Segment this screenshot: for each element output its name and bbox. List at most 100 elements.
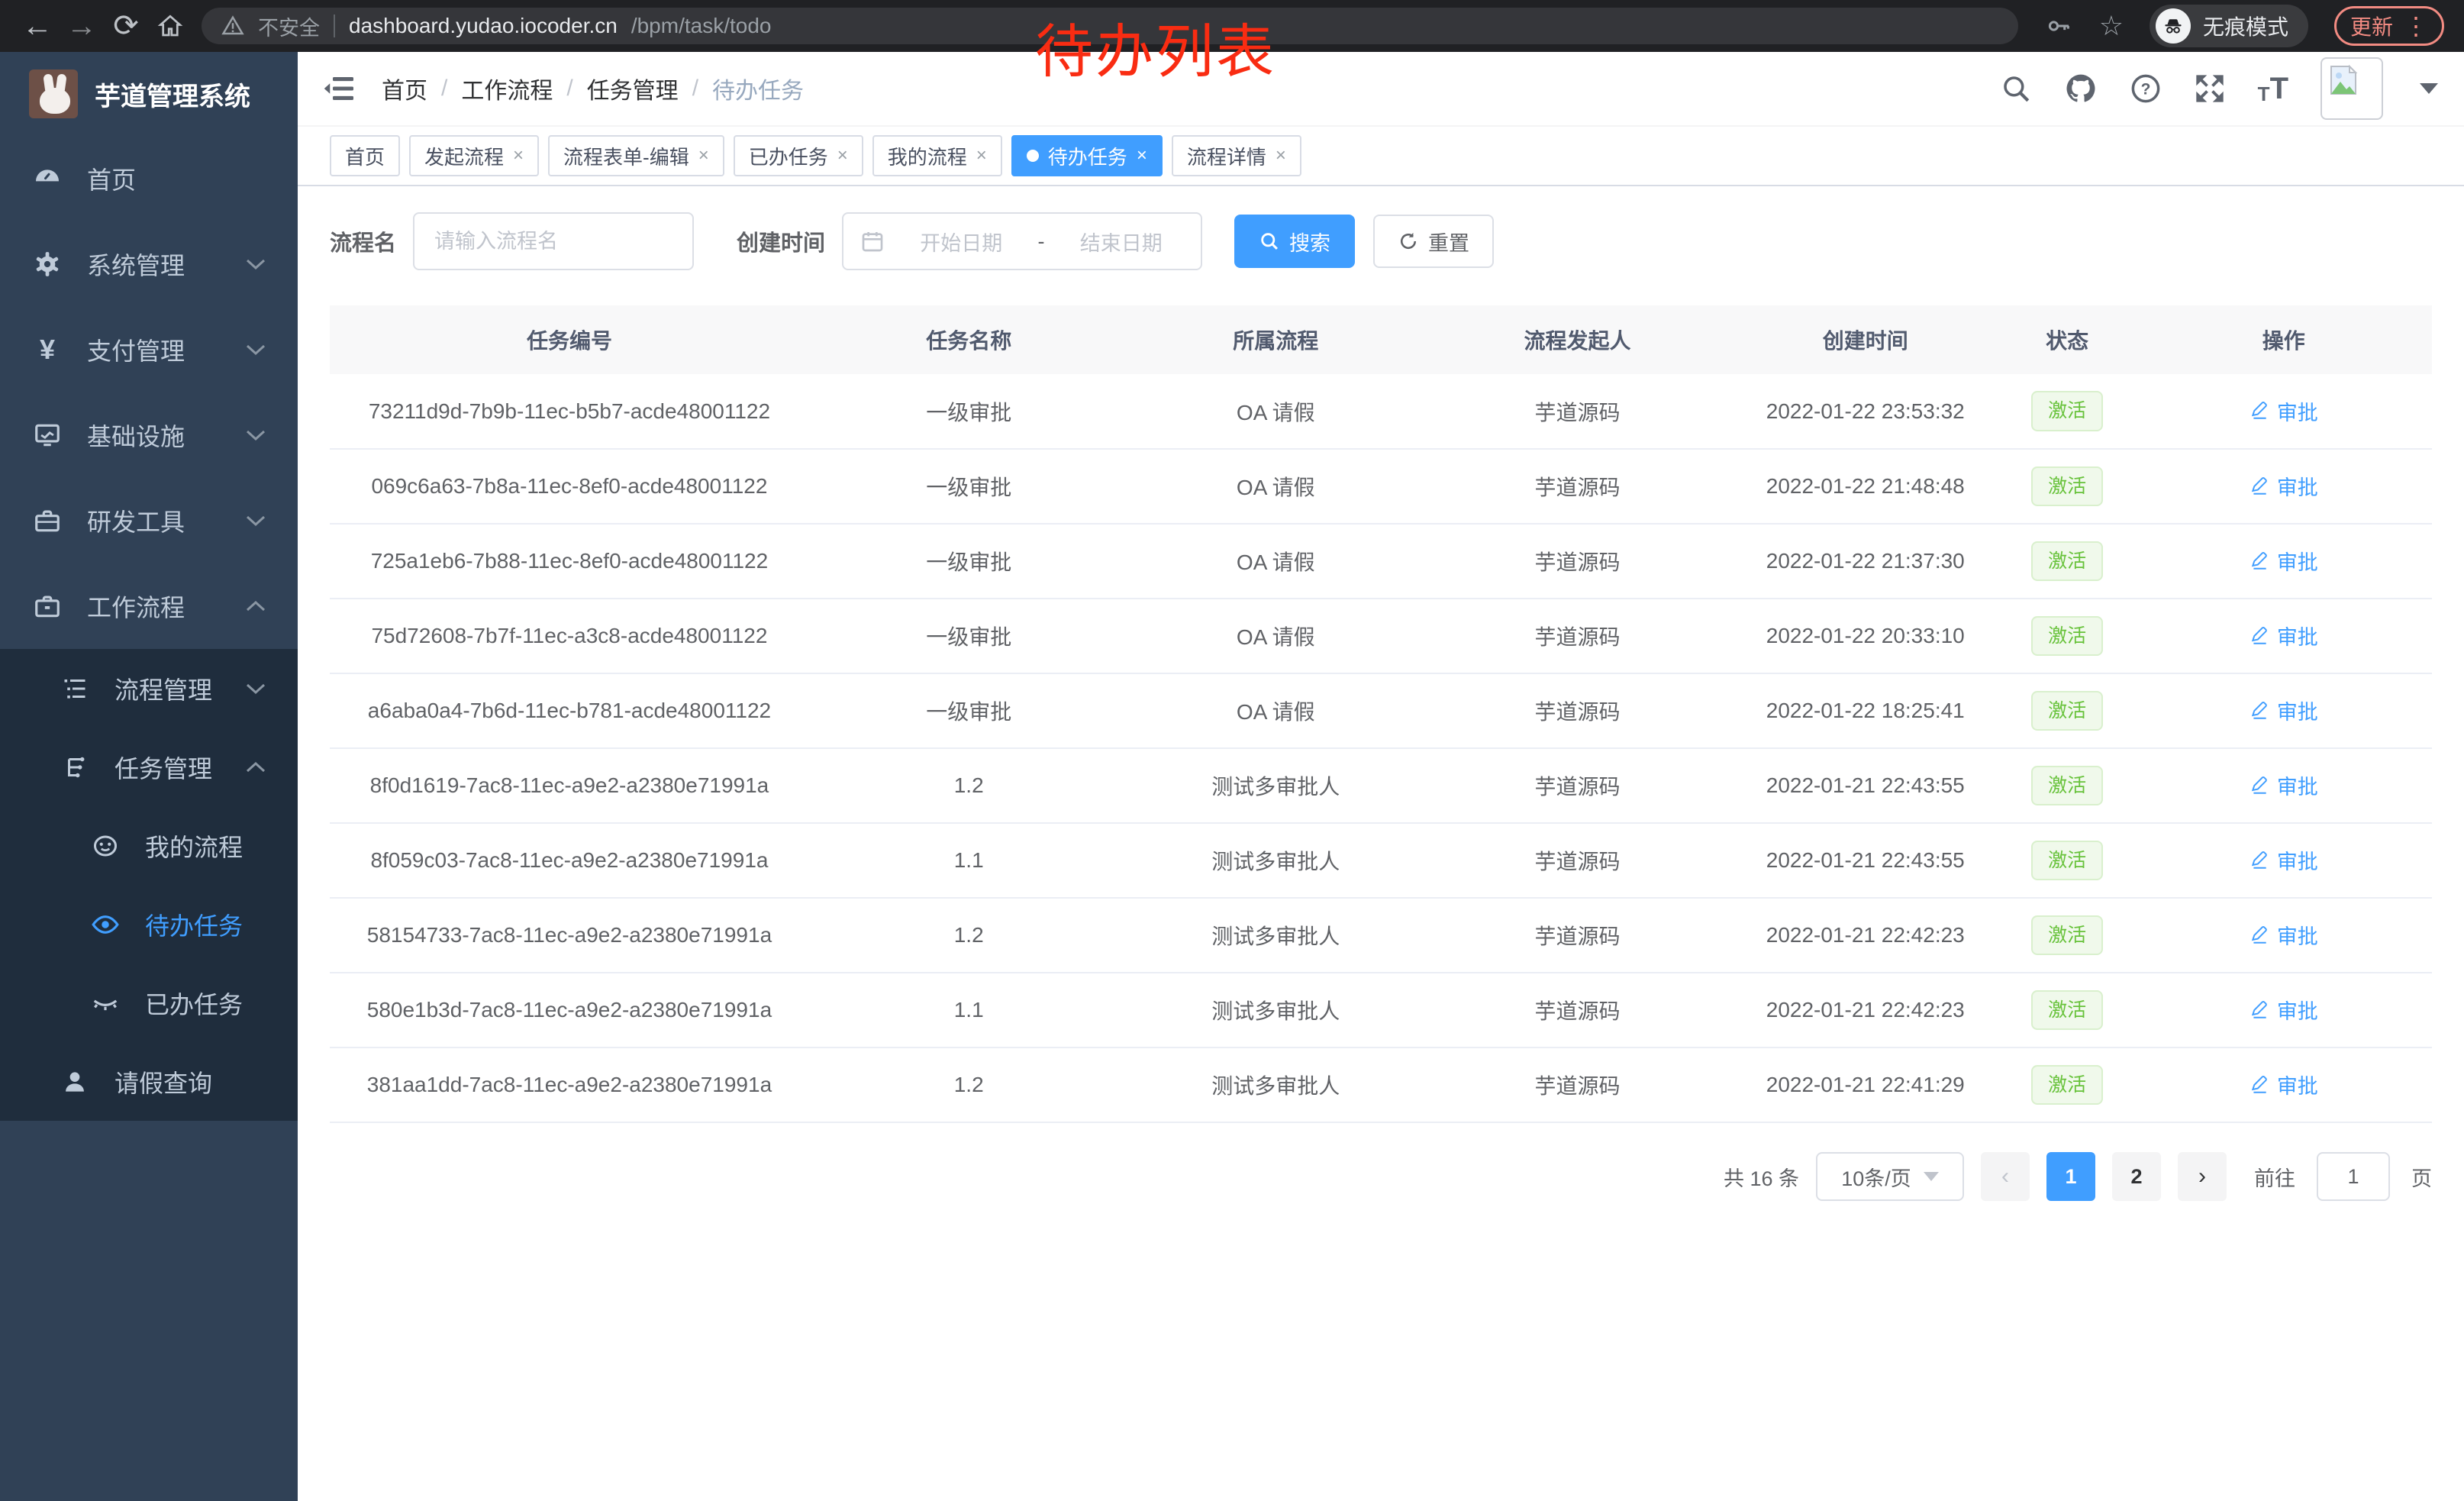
help-icon[interactable]: ? xyxy=(2130,73,2162,105)
breadcrumb-workflow[interactable]: 工作流程 xyxy=(461,72,553,105)
approve-link[interactable]: 审批 xyxy=(2250,696,2318,725)
start-date-placeholder: 开始日期 xyxy=(898,227,1024,257)
sidebar-item-devtools[interactable]: 研发工具 xyxy=(0,478,298,563)
cell-initiator: 芋道源码 xyxy=(1423,898,1732,973)
date-range-picker[interactable]: 开始日期 - 结束日期 xyxy=(842,212,1202,270)
tab-done-tasks[interactable]: 已办任务× xyxy=(734,135,863,176)
browser-reload-icon[interactable]: ⟳ xyxy=(104,0,148,52)
sidebar-item-home[interactable]: 首页 xyxy=(0,136,298,221)
goto-page-input[interactable] xyxy=(2317,1152,2390,1201)
sidebar-item-label: 研发工具 xyxy=(87,503,185,538)
sidebar-item-workflow[interactable]: 工作流程 xyxy=(0,563,298,649)
browser-menu-icon[interactable]: ⋮ xyxy=(2404,14,2428,38)
approve-label: 审批 xyxy=(2277,920,2318,950)
browser-back-icon[interactable]: ← xyxy=(15,0,60,52)
approve-link[interactable]: 审批 xyxy=(2250,920,2318,950)
process-name-input[interactable] xyxy=(413,212,694,270)
close-icon[interactable]: × xyxy=(976,147,987,165)
close-icon[interactable]: × xyxy=(1137,147,1147,165)
chrome-update-button[interactable]: 更新 ⋮ xyxy=(2334,6,2444,46)
page-button-1[interactable]: 1 xyxy=(2046,1152,2095,1201)
tab-my-process[interactable]: 我的流程× xyxy=(872,135,1002,176)
cell-process: 测试多审批人 xyxy=(1129,973,1424,1047)
next-page-button[interactable]: › xyxy=(2178,1152,2227,1201)
sidebar-item-payment[interactable]: ¥ 支付管理 xyxy=(0,307,298,392)
breadcrumb-home[interactable]: 首页 xyxy=(382,72,427,105)
cell-created: 2022-01-21 22:41:29 xyxy=(1732,1047,1999,1122)
chevron-down-icon xyxy=(246,683,266,695)
user-menu-caret-icon[interactable] xyxy=(2420,83,2438,94)
gear-icon xyxy=(31,250,64,279)
cell-task-id: 73211d9d-7b9b-11ec-b5b7-acde48001122 xyxy=(330,374,809,449)
approve-link[interactable]: 审批 xyxy=(2250,995,2318,1025)
logo-image xyxy=(29,69,78,118)
bookmark-star-icon[interactable]: ☆ xyxy=(2099,10,2124,42)
table-row: 75d72608-7b7f-11ec-a3c8-acde48001122 一级审… xyxy=(330,599,2432,673)
approve-link[interactable]: 审批 xyxy=(2250,1070,2318,1099)
tab-process-detail[interactable]: 流程详情× xyxy=(1172,135,1301,176)
close-icon[interactable]: × xyxy=(837,147,848,165)
sidebar-item-label: 基础设施 xyxy=(87,418,185,453)
browser-forward-icon[interactable]: → xyxy=(60,0,104,52)
create-time-label: 创建时间 xyxy=(737,225,825,257)
cell-status: 激活 xyxy=(1999,973,2136,1047)
address-bar[interactable]: 不安全 dashboard.yudao.iocoder.cn/bpm/task/… xyxy=(202,8,2018,44)
app-logo[interactable]: 芋道管理系统 xyxy=(0,52,298,136)
search-button[interactable]: 搜索 xyxy=(1234,215,1355,268)
browser-home-icon[interactable] xyxy=(148,12,192,40)
page-button-2[interactable]: 2 xyxy=(2112,1152,2161,1201)
close-icon[interactable]: × xyxy=(513,147,524,165)
sidebar-item-todo-tasks[interactable]: 待办任务 xyxy=(0,885,298,964)
close-icon[interactable]: × xyxy=(1276,147,1286,165)
tab-home[interactable]: 首页 xyxy=(330,135,400,176)
not-secure-warning-icon[interactable] xyxy=(221,15,244,37)
sidebar-item-process-management[interactable]: 流程管理 xyxy=(0,649,298,728)
workflow-submenu: 流程管理 任务管理 我的流程 xyxy=(0,649,298,1121)
status-badge: 激活 xyxy=(2031,691,2103,731)
reset-button[interactable]: 重置 xyxy=(1373,215,1494,268)
tab-start-process[interactable]: 发起流程× xyxy=(409,135,539,176)
cell-actions: 审批 xyxy=(2136,823,2432,898)
sidebar-item-system[interactable]: 系统管理 xyxy=(0,221,298,307)
approve-link[interactable]: 审批 xyxy=(2250,845,2318,875)
cell-task-id: 580e1b3d-7ac8-11ec-a9e2-a2380e71991a xyxy=(330,973,809,1047)
page-size-select[interactable]: 10条/页 xyxy=(1816,1152,1964,1201)
avatar[interactable] xyxy=(2320,57,2383,120)
close-icon[interactable]: × xyxy=(698,147,709,165)
chevron-up-icon xyxy=(246,600,266,612)
search-icon[interactable] xyxy=(2000,73,2032,105)
breadcrumb-separator: / xyxy=(441,76,447,102)
sidebar-item-my-process[interactable]: 我的流程 xyxy=(0,806,298,885)
approve-link[interactable]: 审批 xyxy=(2250,471,2318,501)
sidebar-item-done-tasks[interactable]: 已办任务 xyxy=(0,964,298,1042)
sidebar-toggle-hamburger-icon[interactable] xyxy=(324,75,356,102)
approve-link[interactable]: 审批 xyxy=(2250,396,2318,426)
edit-pencil-icon xyxy=(2250,551,2269,571)
table-row: a6aba0a4-7b6d-11ec-b781-acde48001122 一级审… xyxy=(330,673,2432,748)
sidebar-item-task-management[interactable]: 任务管理 xyxy=(0,728,298,806)
font-size-icon[interactable]: TT xyxy=(2258,73,2288,104)
end-date-placeholder: 结束日期 xyxy=(1059,227,1185,257)
cell-process: OA 请假 xyxy=(1129,449,1424,524)
approve-link[interactable]: 审批 xyxy=(2250,546,2318,576)
url-host: dashboard.yudao.iocoder.cn xyxy=(349,14,618,38)
tab-todo-tasks[interactable]: 待办任务× xyxy=(1011,135,1163,176)
approve-link[interactable]: 审批 xyxy=(2250,770,2318,800)
tab-process-form-edit[interactable]: 流程表单-编辑× xyxy=(548,135,724,176)
sidebar-item-infrastructure[interactable]: 基础设施 xyxy=(0,392,298,478)
cell-task-name: 1.2 xyxy=(809,748,1129,823)
toolbox-icon xyxy=(31,506,64,535)
github-icon[interactable] xyxy=(2064,72,2098,105)
password-key-icon[interactable] xyxy=(2046,12,2073,40)
prev-page-button[interactable]: ‹ xyxy=(1981,1152,2030,1201)
sidebar-item-label: 工作流程 xyxy=(87,589,185,624)
sidebar-item-leave-query[interactable]: 请假查询 xyxy=(0,1042,298,1121)
sidebar: 芋道管理系统 首页 系统管理 ¥ 支付管理 xyxy=(0,52,298,1501)
approve-label: 审批 xyxy=(2277,546,2318,576)
breadcrumb-task-management[interactable]: 任务管理 xyxy=(587,72,679,105)
fullscreen-icon[interactable] xyxy=(2194,73,2226,105)
cell-status: 激活 xyxy=(1999,599,2136,673)
status-badge: 激活 xyxy=(2031,541,2103,582)
cell-initiator: 芋道源码 xyxy=(1423,973,1732,1047)
approve-link[interactable]: 审批 xyxy=(2250,621,2318,650)
